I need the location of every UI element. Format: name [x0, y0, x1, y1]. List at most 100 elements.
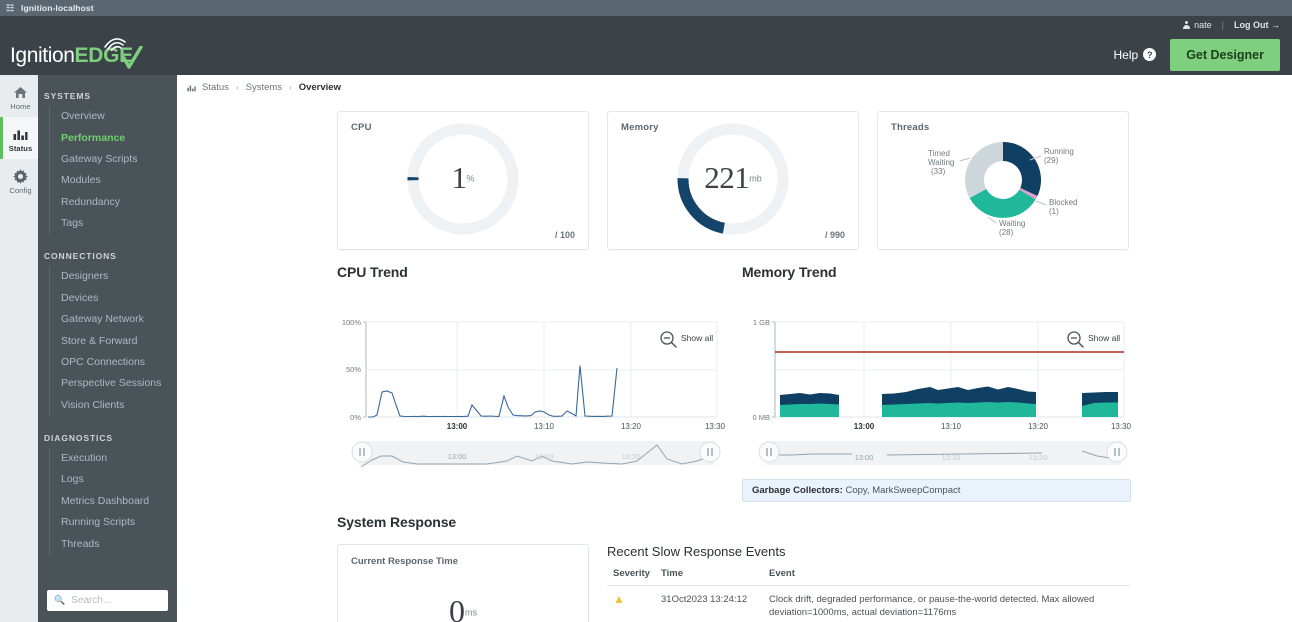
sidebar-item-opc-connections[interactable]: OPC Connections [50, 352, 177, 373]
recent-events-heading: Recent Slow Response Events [607, 544, 786, 559]
svg-text:13:10: 13:10 [942, 453, 961, 462]
breadcrumb-status[interactable]: Status [202, 82, 229, 93]
current-response-time-value: 0 [449, 593, 465, 622]
checkmark-icon [122, 45, 143, 69]
recent-events-block: Recent Slow Response Events Severity Tim… [607, 544, 1292, 622]
nav-group-connections: CONNECTIONS Designers Devices Gateway Ne… [38, 245, 177, 416]
cpu-ytick-0: 0% [350, 413, 361, 422]
sidebar-item-performance[interactable]: Performance [50, 127, 177, 148]
sidebar-item-redundancy[interactable]: Redundancy [50, 192, 177, 213]
event-time-cell: 31Oct2023 13:24:12 [661, 585, 769, 622]
sidebar-item-logs[interactable]: Logs [50, 469, 177, 490]
user-account[interactable]: nate [1182, 20, 1212, 30]
home-icon [13, 85, 28, 100]
cpu-trend-heading: CPU Trend [337, 264, 408, 280]
cpu-range-handle-right [699, 441, 721, 463]
cpu-donut-chart [407, 123, 519, 235]
nav-group-title-systems: SYSTEMS [44, 91, 91, 101]
column-header-time: Time [661, 568, 769, 586]
memory-gauge [608, 120, 858, 238]
cpu-show-all-button: Show all [660, 331, 713, 348]
memory-trend-range-selector[interactable]: 13:00 13:10 13:20 [742, 439, 1132, 469]
help-label: Help [1113, 47, 1139, 62]
svg-text:13:00: 13:00 [855, 453, 874, 462]
rail-item-config[interactable]: Config [0, 159, 38, 201]
sidebar-item-overview[interactable]: Overview [50, 106, 177, 127]
app-body: Home Status Config SYSTEMS Overview Perf… [0, 75, 1292, 622]
logout-link[interactable]: Log Out → [1234, 20, 1280, 30]
cpu-trend-block: CPU Trend 100% 50% 0% Show all 13:00 13:… [337, 264, 742, 502]
threads-label-waiting: Waiting [999, 219, 1025, 228]
memory-trend-chart[interactable]: 1 GB 0 MB Show all 13:00 13:10 13:20 13:… [742, 290, 1132, 445]
sidebar-item-gateway-network[interactable]: Gateway Network [50, 309, 177, 330]
threads-value-waiting: (28) [999, 228, 1014, 237]
rail-item-status[interactable]: Status [0, 117, 38, 159]
rail-label-status: Status [8, 143, 33, 153]
sidebar-item-running-scripts[interactable]: Running Scripts [50, 512, 177, 533]
breadcrumb-systems[interactable]: Systems [246, 82, 282, 93]
ignition-edge-logo[interactable]: Ignition EDGE [10, 37, 143, 69]
userbar-separator: | [1221, 20, 1224, 30]
cpu-xtick-1330: 13:30 [705, 422, 726, 431]
search-icon: 🔍 [54, 595, 66, 605]
breadcrumb-current: Overview [298, 82, 341, 93]
cpu-trend-chart-area: 100% 50% 0% Show all 13:00 13:10 13:20 1… [337, 290, 742, 469]
main-content: Status › Systems › Overview CPU 1% / 100… [177, 75, 1292, 622]
cpu-trend-range-selector[interactable]: 13:00 13:10 13:20 [337, 439, 727, 469]
table-row[interactable]: ▲ 31Oct2023 13:24:12 Clock drift, degrad… [607, 585, 1130, 622]
icon-rail: Home Status Config [0, 75, 38, 622]
system-response-heading: System Response [337, 514, 457, 530]
search-input[interactable] [71, 595, 161, 606]
person-icon [1182, 21, 1190, 29]
svg-text:13:20: 13:20 [622, 452, 641, 461]
threads-value-timed-waiting: (33) [931, 167, 946, 176]
sidebar-item-execution[interactable]: Execution [50, 448, 177, 469]
nav-group-title-connections: CONNECTIONS [44, 251, 117, 262]
column-header-event: Event [769, 568, 1130, 586]
svg-text:Show all: Show all [1088, 333, 1120, 343]
content-area: CPU 1% / 100 Memory 221mb / 990 Threads … [177, 93, 1292, 622]
sidebar-item-gateway-scripts[interactable]: Gateway Scripts [50, 149, 177, 170]
memory-trend-chart-area: 1 GB 0 MB Show all 13:00 13:10 13:20 13:… [742, 290, 1147, 502]
mem-ytick-0mb: 0 MB [752, 413, 770, 422]
mem-xtick-1330: 13:30 [1111, 422, 1132, 431]
system-response-section: System Response Current Response Time 0m… [337, 514, 1292, 622]
search-box[interactable]: 🔍 [47, 590, 168, 611]
sidebar-search: 🔍 [47, 590, 168, 611]
memory-donut-chart [677, 123, 789, 235]
cpu-trend-chart[interactable]: 100% 50% 0% Show all 13:00 13:10 13:20 1… [337, 290, 727, 445]
memory-max-label: / 990 [824, 230, 845, 240]
get-designer-button[interactable]: Get Designer [1170, 38, 1280, 71]
sidebar-item-vision-clients[interactable]: Vision Clients [50, 395, 177, 416]
threads-label-timed-waiting-2: Waiting [928, 158, 954, 167]
svg-text:Show all: Show all [681, 333, 713, 343]
sidebar-item-designers[interactable]: Designers [50, 266, 177, 287]
garbage-collectors-label: Garbage Collectors: [752, 485, 843, 496]
sidebar-item-modules[interactable]: Modules [50, 170, 177, 191]
event-severity-cell: ▲ [607, 585, 661, 622]
cpu-gauge [338, 120, 588, 238]
mem-xtick-1310: 13:10 [941, 422, 962, 431]
sidebar-item-perspective-sessions[interactable]: Perspective Sessions [50, 373, 177, 394]
logo-primary-text: Ignition [10, 43, 75, 67]
threads-label-timed-waiting-1: Timed [928, 149, 950, 158]
system-response-row: Current Response Time 0ms Recent Slow Re… [337, 544, 1292, 622]
nav-group-diagnostics: DIAGNOSTICS Execution Logs Metrics Dashb… [38, 427, 177, 555]
rail-item-home[interactable]: Home [0, 75, 38, 117]
mem-xtick-1320: 13:20 [1028, 422, 1049, 431]
memory-gauge-card: Memory 221mb / 990 [607, 111, 859, 250]
sidebar-item-threads[interactable]: Threads [50, 533, 177, 554]
current-response-time-card: Current Response Time 0ms [337, 544, 589, 622]
current-response-time-readout: 0ms [338, 595, 588, 622]
svg-text:13:20: 13:20 [1029, 453, 1048, 462]
gauge-cards-row: CPU 1% / 100 Memory 221mb / 990 Threads … [337, 111, 1292, 250]
sidebar-item-tags[interactable]: Tags [50, 213, 177, 234]
recent-events-table: Severity Time Event ▲ 31Oct2023 13:24:12… [607, 568, 1130, 622]
nav-group-title-diagnostics: DIAGNOSTICS [44, 432, 113, 443]
sidebar-item-store-and-forward[interactable]: Store & Forward [50, 330, 177, 351]
sidebar-item-devices[interactable]: Devices [50, 288, 177, 309]
breadcrumb-separator-2: › [289, 83, 292, 92]
help-link[interactable]: Help ? [1114, 48, 1157, 62]
gear-icon [13, 168, 28, 184]
sidebar-item-metrics-dashboard[interactable]: Metrics Dashboard [50, 491, 177, 512]
